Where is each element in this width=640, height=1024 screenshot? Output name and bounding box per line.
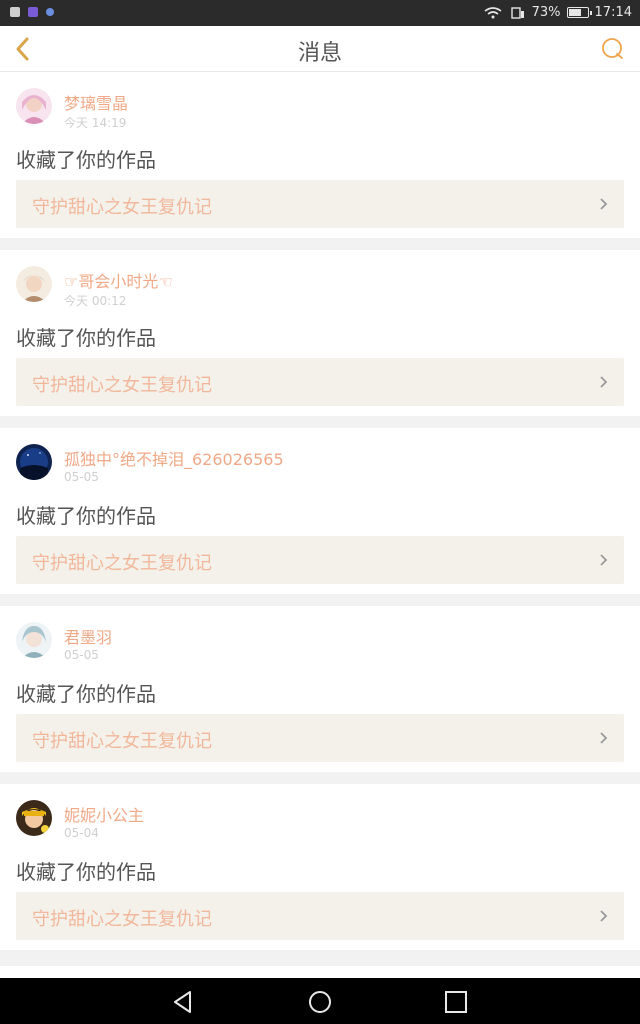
work-title: 守护甜心之女王复仇记 <box>32 909 212 930</box>
avatar[interactable] <box>16 622 52 658</box>
message-time: 今天 14:19 <box>64 116 127 130</box>
work-link[interactable]: 守护甜心之女王复仇记 <box>16 358 624 406</box>
work-link[interactable]: 守护甜心之女王复仇记 <box>16 536 624 584</box>
chevron-right-icon <box>600 554 608 566</box>
battery-level <box>568 9 581 16</box>
work-link[interactable]: 守护甜心之女王复仇记 <box>16 180 624 228</box>
navigation-bar <box>0 978 640 1024</box>
message-card: 梦璃雪晶 今天 14:19 收藏了你的作品 守护甜心之女王复仇记 <box>0 72 640 238</box>
battery-percent: 73% <box>531 5 561 20</box>
chevron-right-icon <box>600 910 608 922</box>
work-link[interactable]: 守护甜心之女王复仇记 <box>16 892 624 940</box>
recents-square-icon[interactable] <box>443 989 469 1015</box>
message-card: ☞哥会小时光☜ 今天 00:12 收藏了你的作品 守护甜心之女王复仇记 <box>0 250 640 416</box>
chat-bubble-icon[interactable] <box>600 36 626 62</box>
avatar[interactable] <box>16 800 52 836</box>
status-time: 17:14 <box>594 5 632 20</box>
status-bar-left <box>10 7 54 17</box>
chevron-right-icon <box>600 198 608 210</box>
avatar[interactable] <box>16 88 52 124</box>
message-time: 05-05 <box>64 648 99 662</box>
dot-icon <box>46 8 54 16</box>
work-link[interactable]: 守护甜心之女王复仇记 <box>16 714 624 762</box>
username[interactable]: 梦璃雪晶 <box>64 90 128 114</box>
avatar[interactable] <box>16 266 52 302</box>
status-bar: 73% 17:14 <box>0 0 640 26</box>
home-circle-icon[interactable] <box>307 989 333 1015</box>
message-time: 05-05 <box>64 470 99 484</box>
work-title: 守护甜心之女王复仇记 <box>32 553 212 574</box>
page-title: 消息 <box>297 41 342 66</box>
battery-icon <box>566 7 592 18</box>
status-bar-right: 73% 17:14 <box>484 5 632 20</box>
message-list: 梦璃雪晶 今天 14:19 收藏了你的作品 守护甜心之女王复仇记 ☞哥会小时光☜… <box>0 72 640 962</box>
message-card: 君墨羽 05-05 收藏了你的作品 守护甜心之女王复仇记 <box>0 606 640 772</box>
message-action: 收藏了你的作品 <box>16 504 156 528</box>
message-action: 收藏了你的作品 <box>16 326 156 350</box>
chevron-right-icon <box>600 732 608 744</box>
message-card-partial <box>0 966 640 978</box>
avatar[interactable] <box>16 444 52 480</box>
back-triangle-icon[interactable] <box>170 989 196 1015</box>
work-title: 守护甜心之女王复仇记 <box>32 197 212 218</box>
sim-icon <box>510 6 524 19</box>
message-action: 收藏了你的作品 <box>16 860 156 884</box>
message-card: 妮妮小公主 05-04 收藏了你的作品 守护甜心之女王复仇记 <box>0 784 640 950</box>
wifi-icon <box>484 6 502 18</box>
message-action: 收藏了你的作品 <box>16 682 156 706</box>
message-time: 今天 00:12 <box>64 294 127 308</box>
top-app-bar: 消息 <box>0 26 640 72</box>
app-icon <box>28 7 38 17</box>
work-title: 守护甜心之女王复仇记 <box>32 375 212 396</box>
username[interactable]: 妮妮小公主 <box>64 802 144 826</box>
username[interactable]: ☞哥会小时光☜ <box>64 268 173 292</box>
message-time: 05-04 <box>64 826 99 840</box>
chevron-right-icon <box>600 376 608 388</box>
message-action: 收藏了你的作品 <box>16 148 156 172</box>
message-card: 孤独中°绝不掉泪_626026565 05-05 收藏了你的作品 守护甜心之女王… <box>0 428 640 594</box>
work-title: 守护甜心之女王复仇记 <box>32 731 212 752</box>
notification-icon <box>10 7 20 17</box>
username[interactable]: 孤独中°绝不掉泪_626026565 <box>64 446 284 470</box>
username[interactable]: 君墨羽 <box>64 624 112 648</box>
